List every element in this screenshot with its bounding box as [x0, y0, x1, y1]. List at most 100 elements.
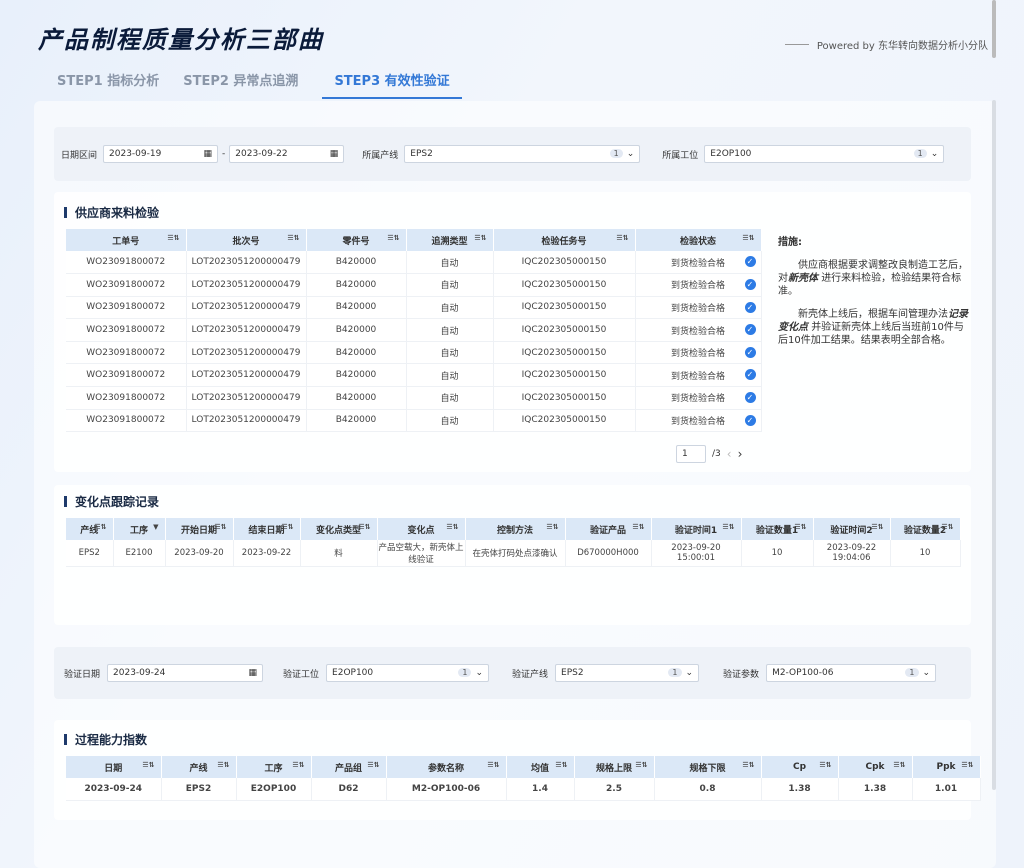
table-row[interactable]: WO23091800072 LOT2023051200000479 B420000 自… [66, 251, 762, 275]
sort-icon[interactable]: ☰⇅ [961, 761, 973, 769]
line-select[interactable]: EPS2 1 ⌄ [404, 145, 641, 163]
chg-header[interactable]: 验证产品 ☰⇅ [565, 518, 652, 540]
tab-step3[interactable]: STEP3 有效性验证 [322, 70, 462, 99]
table-row[interactable]: EPS2 E2100 2023-09-20 2023-09-22 料 产品空载大，新壳体上… [66, 540, 961, 567]
chg-header[interactable]: 开始日期 ☰⇅ [165, 518, 234, 540]
tab-step1[interactable]: STEP1 指标分析 [57, 70, 159, 99]
chg-header[interactable]: 验证时间2 ☰⇅ [813, 518, 891, 540]
sort-icon[interactable]: ☰⇅ [292, 761, 304, 769]
table-row[interactable]: WO23091800072 LOT2023051200000479 B420000 自… [66, 341, 762, 365]
chg-header[interactable]: 验证数量2 ☰⇅ [890, 518, 961, 540]
table-cell: LOT2023051200000479 [186, 386, 307, 410]
sort-icon[interactable]: ☰⇅ [287, 234, 299, 242]
scrollbar-top[interactable] [992, 0, 996, 58]
chg-header[interactable]: 变化点类型 ☰⇅ [300, 518, 378, 540]
sort-icon[interactable]: ☰⇅ [871, 523, 883, 531]
chg-header[interactable]: 控制方法 ☰⇅ [465, 518, 566, 540]
sort-icon[interactable]: ☰⇅ [281, 523, 293, 531]
cell-text: 产品空载大，新壳体上线验证 [378, 542, 464, 565]
sort-icon[interactable]: ☰⇅ [722, 523, 734, 531]
scrollbar-track[interactable] [992, 100, 996, 790]
sort-icon[interactable]: ☰⇅ [446, 523, 458, 531]
header-label: 工单号 [112, 236, 140, 247]
sort-icon[interactable]: ☰⇅ [387, 234, 399, 242]
page-input[interactable]: 1 [676, 445, 706, 463]
cap-header[interactable]: 规格上限 ☰⇅ [574, 756, 655, 778]
sort-icon[interactable]: ☰⇅ [167, 234, 179, 242]
sort-icon[interactable]: ☰⇅ [142, 761, 154, 769]
cap-header[interactable]: 工序 ☰⇅ [236, 756, 312, 778]
measures-heading: 措施: [778, 237, 802, 248]
sort-icon[interactable]: ☰⇅ [635, 761, 647, 769]
sort-icon[interactable]: ☰⇅ [632, 523, 644, 531]
verify-line-select[interactable]: EPS2 1 ⌄ [555, 664, 700, 682]
sort-icon[interactable]: ☰⇅ [941, 523, 953, 531]
sup-header[interactable]: 零件号 ☰⇅ [306, 229, 407, 251]
sort-icon[interactable]: ☰⇅ [794, 523, 806, 531]
cap-header[interactable]: 均值 ☰⇅ [506, 756, 575, 778]
sort-icon[interactable]: ☰⇅ [474, 234, 486, 242]
cell-text: WO23091800072 [86, 302, 166, 313]
cell-text: 2023-09-20 15:00:01 [671, 542, 721, 563]
sup-header[interactable]: 工单号 ☰⇅ [66, 229, 187, 251]
sort-icon[interactable]: ☰⇅ [555, 761, 567, 769]
sup-header[interactable]: 追溯类型 ☰⇅ [406, 229, 494, 251]
cap-header[interactable]: 产线 ☰⇅ [161, 756, 237, 778]
cell-text: LOT2023051200000479 [191, 370, 301, 381]
sort-icon[interactable]: ☰⇅ [217, 761, 229, 769]
table-cell: 2023-09-22 19:04:06 [813, 540, 891, 567]
sort-icon[interactable]: ☰⇅ [742, 761, 754, 769]
chg-header[interactable]: 结束日期 ☰⇅ [233, 518, 301, 540]
sort-icon[interactable]: ☰⇅ [358, 523, 370, 531]
cell-text: IQC202305000150 [521, 279, 607, 290]
sort-icon[interactable]: ☰⇅ [616, 234, 628, 242]
table-row[interactable]: WO23091800072 LOT2023051200000479 B420000 自… [66, 273, 762, 297]
table-row[interactable]: WO23091800072 LOT2023051200000479 B420000 自… [66, 409, 762, 433]
verify-date-input[interactable]: 2023-09-24 ▦ [107, 664, 264, 682]
chg-header[interactable]: 工序 ▼ [113, 518, 166, 540]
cap-header[interactable]: Cpk ☰⇅ [838, 756, 913, 778]
cap-header[interactable]: 日期 ☰⇅ [66, 756, 162, 778]
table-row[interactable]: 2023-09-24 EPS2 E2OP100 D62 M2-OP100-06 1.4 2.… [66, 778, 981, 801]
prev-page-icon[interactable]: ‹ [727, 447, 732, 461]
cap-header[interactable]: 参数名称 ☰⇅ [386, 756, 507, 778]
table-cell: B420000 [306, 409, 407, 433]
cap-header[interactable]: Cp ☰⇅ [761, 756, 839, 778]
table-row[interactable]: WO23091800072 LOT2023051200000479 B420000 自… [66, 296, 762, 320]
date-to-input[interactable]: 2023-09-22 ▦ [229, 145, 345, 163]
cap-header[interactable]: 规格下限 ☰⇅ [654, 756, 762, 778]
table-cell: IQC202305000150 [493, 251, 636, 275]
sort-icon[interactable]: ☰⇅ [487, 761, 499, 769]
chg-header[interactable]: 验证时间1 ☰⇅ [651, 518, 742, 540]
verify-param-select[interactable]: M2-OP100-06 1 ⌄ [766, 664, 937, 682]
next-page-icon[interactable]: › [738, 447, 743, 461]
cap-header[interactable]: 产品组 ☰⇅ [311, 756, 387, 778]
table-row[interactable]: WO23091800072 LOT2023051200000479 B420000 自… [66, 363, 762, 388]
page-title: 产品制程质量分析三部曲 [38, 26, 324, 54]
sort-icon[interactable]: ☰⇅ [214, 523, 226, 531]
table-row[interactable]: WO23091800072 LOT2023051200000479 B420000 自… [66, 386, 762, 410]
date-from-input[interactable]: 2023-09-19 ▦ [103, 145, 219, 163]
chg-header[interactable]: 变化点 ☰⇅ [377, 518, 466, 540]
chg-header[interactable]: 验证数量1 ☰⇅ [741, 518, 814, 540]
sup-header[interactable]: 检验状态 ☰⇅ [635, 229, 762, 251]
table-row[interactable]: WO23091800072 LOT2023051200000479 B420000 自… [66, 318, 762, 342]
sort-icon[interactable]: ☰⇅ [546, 523, 558, 531]
cap-header[interactable]: Ppk ☰⇅ [912, 756, 981, 778]
chg-header[interactable]: 产线 ☰⇅ [66, 518, 114, 540]
sup-header[interactable]: 批次号 ☰⇅ [186, 229, 307, 251]
verify-station-select[interactable]: E2OP100 1 ⌄ [326, 664, 490, 682]
sup-header[interactable]: 检验任务号 ☰⇅ [493, 229, 636, 251]
verify-station-value: E2OP100 [332, 668, 374, 678]
calendar-icon: ▦ [248, 668, 258, 678]
table-cell: 到货检验合格 ✓ [635, 296, 762, 320]
sort-icon[interactable]: ☰⇅ [94, 523, 106, 531]
count-badge: 1 [913, 149, 927, 158]
station-select[interactable]: E2OP100 1 ⌄ [704, 145, 945, 163]
filter-icon[interactable]: ▼ [153, 523, 158, 531]
sort-icon[interactable]: ☰⇅ [742, 234, 754, 242]
tab-step2[interactable]: STEP2 异常点追溯 [183, 70, 298, 99]
sort-icon[interactable]: ☰⇅ [819, 761, 831, 769]
sort-icon[interactable]: ☰⇅ [367, 761, 379, 769]
sort-icon[interactable]: ☰⇅ [893, 761, 905, 769]
